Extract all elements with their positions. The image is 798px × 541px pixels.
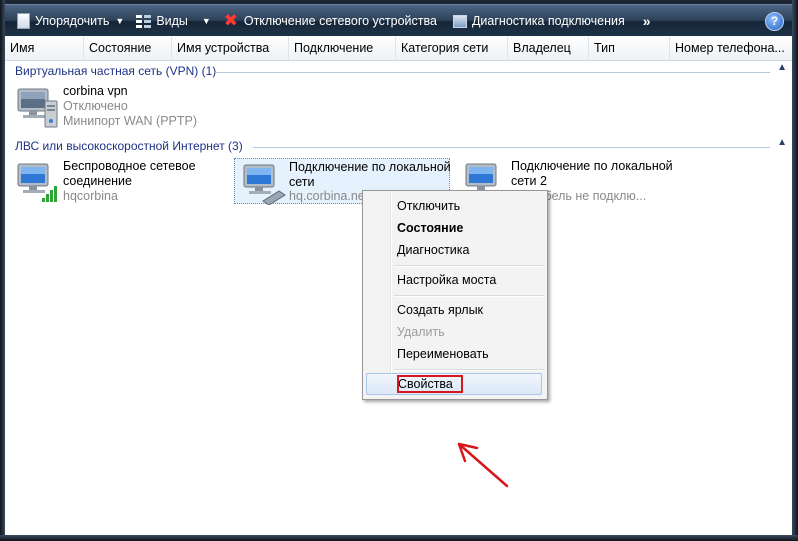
column-connection[interactable]: Подключение — [289, 36, 396, 60]
menu-item-diagnose[interactable]: Диагностика — [366, 239, 542, 261]
column-name[interactable]: Имя — [5, 36, 84, 60]
menu-item-properties[interactable]: Свойства — [366, 373, 542, 395]
connection-device: Минипорт WAN (PPTP) — [63, 114, 198, 128]
group-divider — [215, 72, 770, 73]
more-chevron-icon: » — [642, 13, 651, 29]
connection-status: Отключено — [63, 99, 128, 113]
connection-item-wireless[interactable]: Беспроводное сетевое соединение hqcorbin… — [9, 158, 225, 204]
connection-name: Подключение по локальной сети — [289, 160, 451, 190]
column-phone-number[interactable]: Номер телефона... — [670, 36, 792, 60]
column-header-row: Имя Состояние Имя устройства Подключение… — [5, 36, 792, 61]
column-status[interactable]: Состояние — [84, 36, 172, 60]
group-label-vpn: Виртуальная частная сеть (VPN) (1) — [15, 64, 217, 78]
chevron-down-icon: ▼ — [201, 16, 211, 26]
connection-name: corbina vpn — [63, 84, 128, 98]
context-menu: Отключить Состояние Диагностика Настройк… — [362, 190, 548, 400]
wireless-computer-icon — [17, 163, 57, 202]
diagnostics-icon — [452, 14, 467, 28]
disconnect-x-icon: ✖ — [223, 11, 238, 30]
connection-name-line2: сети — [289, 175, 315, 189]
views-label: Виды — [156, 14, 188, 28]
connection-item-vpn[interactable]: corbina vpn Отключено Минипорт WAN (PPTP… — [9, 83, 225, 129]
chevron-down-icon: ▼ — [115, 16, 125, 26]
collapse-chevron-icon[interactable]: ▲ — [777, 137, 787, 148]
command-toolbar: Упорядочить ▼ Виды ▼ ✖ Отключение сетево… — [5, 4, 792, 37]
window-frame-right — [792, 0, 798, 541]
connection-name: Подключение по локальной сети 2 — [511, 159, 673, 189]
diagnose-label: Диагностика подключения — [471, 14, 625, 28]
red-highlight-box — [397, 375, 463, 393]
menu-item-create-shortcut[interactable]: Создать ярлык — [366, 299, 542, 321]
connection-name-line1: Подключение по локальной — [289, 160, 451, 174]
group-divider — [253, 147, 770, 148]
menu-item-rename[interactable]: Переименовать — [366, 343, 542, 365]
column-device-name[interactable]: Имя устройства — [172, 36, 289, 60]
organize-label: Упорядочить — [35, 14, 110, 28]
red-arrow-annotation — [457, 442, 509, 488]
disconnect-label: Отключение сетевого устройства — [243, 14, 437, 28]
connection-network: hqcorbina — [63, 189, 118, 203]
document-icon — [17, 13, 30, 29]
diagnose-connection-button[interactable]: Диагностика подключения — [447, 8, 631, 34]
menu-item-delete: Удалить — [397, 325, 445, 339]
menu-separator — [394, 265, 544, 267]
connection-name: Беспроводное сетевое соединение — [63, 159, 223, 189]
connection-name-line1: Подключение по локальной — [511, 159, 673, 173]
menu-item-disconnect[interactable]: Отключить — [366, 195, 542, 217]
column-type[interactable]: Тип — [589, 36, 670, 60]
column-owner[interactable]: Владелец — [508, 36, 589, 60]
help-icon[interactable]: ? — [765, 12, 784, 31]
menu-item-status[interactable]: Состояние — [366, 217, 542, 239]
connection-network: hq.corbina.ne — [289, 189, 365, 203]
views-icon — [136, 14, 152, 28]
connection-name-line2: сети 2 — [511, 174, 547, 188]
menu-item-bridge[interactable]: Настройка моста — [366, 269, 542, 291]
views-button[interactable]: Виды ▼ — [130, 8, 217, 34]
more-commands-button[interactable]: » — [631, 8, 657, 34]
menu-separator — [394, 369, 544, 371]
column-network-category[interactable]: Категория сети — [396, 36, 508, 60]
group-label-lan: ЛВС или высокоскоростной Интернет (3) — [15, 139, 243, 153]
connection-name-line1: Беспроводное сетевое — [63, 159, 196, 173]
organize-button[interactable]: Упорядочить ▼ — [11, 8, 130, 34]
group-header-vpn[interactable]: Виртуальная частная сеть (VPN) (1) ▲ — [15, 62, 787, 80]
lan-computer-icon — [243, 164, 286, 205]
disconnect-device-button[interactable]: ✖ Отключение сетевого устройства — [217, 8, 443, 34]
menu-separator — [394, 295, 544, 297]
connection-name-line2: соединение — [63, 174, 132, 188]
vpn-computer-icon — [17, 88, 58, 128]
window-frame-bottom — [0, 535, 798, 541]
collapse-chevron-icon[interactable]: ▲ — [777, 62, 787, 73]
group-header-lan[interactable]: ЛВС или высокоскоростной Интернет (3) ▲ — [15, 137, 787, 155]
